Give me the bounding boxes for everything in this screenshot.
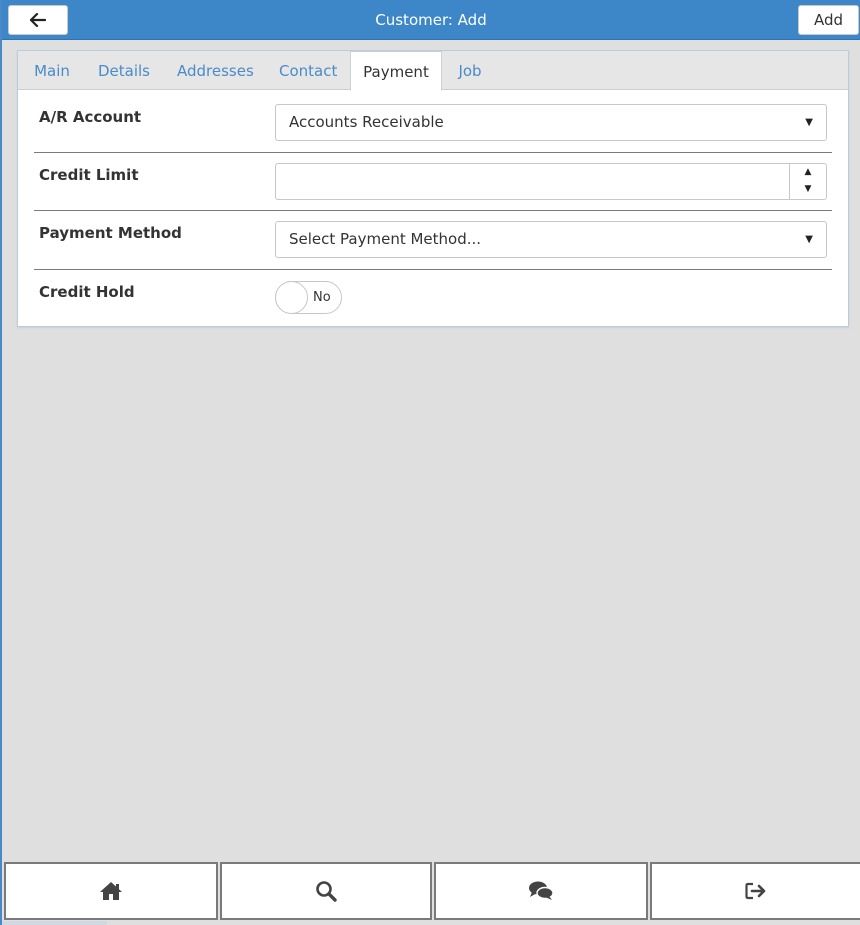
tab-contact[interactable]: Contact bbox=[279, 51, 337, 90]
tab-main[interactable]: Main bbox=[34, 51, 70, 90]
search-icon bbox=[316, 881, 337, 902]
payment-method-select[interactable]: Select Payment Method... ▼ bbox=[275, 221, 827, 258]
credit-hold-toggle[interactable]: No bbox=[275, 281, 342, 314]
add-button[interactable]: Add bbox=[798, 5, 859, 35]
payment-method-value: Select Payment Method... bbox=[289, 230, 482, 248]
tab-addresses[interactable]: Addresses bbox=[177, 51, 254, 90]
chevron-down-icon: ▼ bbox=[805, 234, 813, 245]
arrow-left-icon bbox=[29, 12, 47, 28]
credit-limit-label: Credit Limit bbox=[39, 166, 139, 184]
page-title: Customer: Add bbox=[375, 11, 487, 29]
tab-bar: Main Details Addresses Contact Payment J… bbox=[18, 51, 848, 91]
search-button[interactable] bbox=[220, 862, 432, 920]
logout-button[interactable] bbox=[650, 862, 860, 920]
credit-hold-label: Credit Hold bbox=[39, 283, 135, 301]
tab-details[interactable]: Details bbox=[98, 51, 150, 90]
credit-limit-row: Credit Limit ▲ ▼ bbox=[34, 153, 832, 211]
credit-limit-input[interactable]: ▲ ▼ bbox=[275, 163, 827, 200]
toggle-knob bbox=[275, 281, 308, 314]
app-window: Customer: Add Add Main Details Addresses… bbox=[0, 0, 860, 925]
tab-job[interactable]: Job bbox=[455, 51, 485, 90]
payment-method-label: Payment Method bbox=[39, 224, 182, 242]
chat-icon bbox=[529, 881, 554, 900]
customer-form-panel: Main Details Addresses Contact Payment J… bbox=[17, 50, 849, 327]
header-bar: Customer: Add Add bbox=[2, 0, 860, 40]
home-icon bbox=[100, 882, 122, 900]
credit-hold-value: No bbox=[313, 290, 331, 305]
chevron-down-icon: ▼ bbox=[805, 117, 813, 128]
tab-payment[interactable]: Payment bbox=[350, 51, 442, 91]
decrement-icon[interactable]: ▼ bbox=[790, 181, 826, 198]
back-button[interactable] bbox=[8, 5, 68, 35]
home-button[interactable] bbox=[4, 862, 218, 920]
bottom-strip bbox=[2, 921, 107, 925]
credit-hold-row: Credit Hold No bbox=[34, 270, 832, 328]
payment-method-row: Payment Method Select Payment Method... … bbox=[34, 211, 832, 270]
credit-limit-stepper: ▲ ▼ bbox=[789, 164, 826, 199]
ar-account-value: Accounts Receivable bbox=[289, 113, 444, 131]
ar-account-select[interactable]: Accounts Receivable ▼ bbox=[275, 104, 827, 141]
messages-button[interactable] bbox=[434, 862, 648, 920]
bottom-nav bbox=[2, 861, 860, 921]
ar-account-label: A/R Account bbox=[39, 108, 142, 126]
logout-icon bbox=[745, 882, 766, 900]
increment-icon[interactable]: ▲ bbox=[790, 164, 826, 181]
ar-account-row: A/R Account Accounts Receivable ▼ bbox=[34, 91, 832, 153]
